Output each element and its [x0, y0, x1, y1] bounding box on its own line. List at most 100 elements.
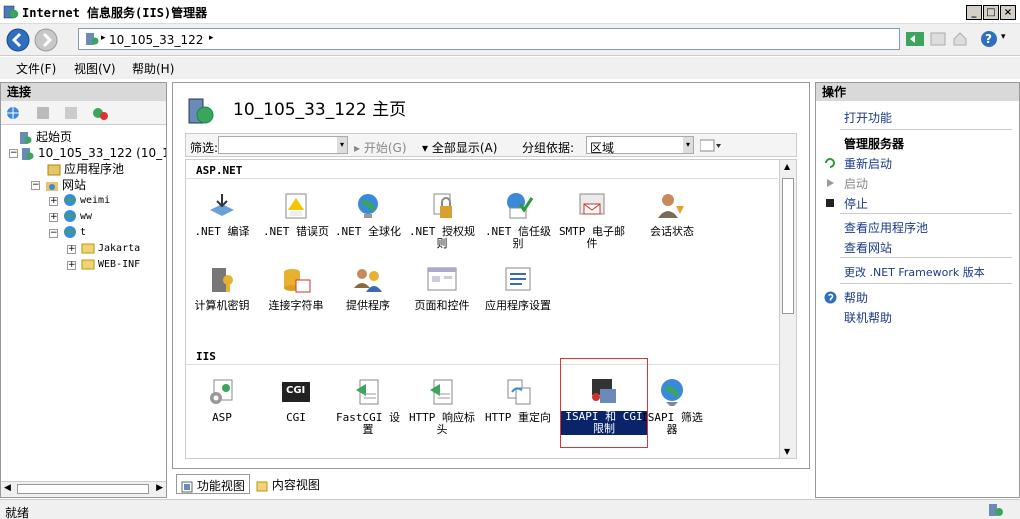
tree-site-ww[interactable]: ww: [63, 209, 92, 225]
show-all-label: 全部显示(A): [431, 141, 498, 155]
tree-server[interactable]: 10_105_33_122 (10_10: [21, 145, 166, 161]
tree-site-weimi[interactable]: weimi: [63, 193, 110, 209]
feature-pages-and-controls[interactable]: 页面和控件: [406, 264, 478, 312]
tree-folder-webinf[interactable]: WEB-INF: [81, 257, 140, 273]
feature-isapi-cgi-restrictions[interactable]: ISAPI 和 CGI 限制: [560, 358, 648, 448]
globe-icon[interactable]: [5, 105, 21, 121]
feature-net-error-pages[interactable]: .NET 错误页: [260, 190, 332, 238]
action-view-app-pools[interactable]: 查看应用程序池: [844, 219, 928, 236]
action-online-help[interactable]: 联机帮助: [844, 309, 892, 326]
feature-asp[interactable]: ASP: [186, 376, 258, 424]
chevron-down-icon[interactable]: ▾: [1001, 32, 1006, 42]
refresh-icon[interactable]: [906, 32, 924, 46]
scroll-thumb[interactable]: [782, 178, 794, 314]
app-settings-icon: [505, 267, 531, 291]
scroll-thumb[interactable]: [17, 484, 149, 494]
tab-content-view[interactable]: 内容视图: [252, 474, 324, 494]
action-open-feature[interactable]: 打开功能: [844, 109, 892, 126]
home-icon[interactable]: [952, 31, 968, 47]
back-button[interactable]: [6, 28, 30, 52]
feature-fastcgi-settings[interactable]: FastCGI 设置: [332, 376, 404, 436]
address-bar[interactable]: ▸ 10_105_33_122 ▸: [78, 28, 900, 50]
tree-collapse-sites[interactable]: −: [31, 181, 40, 190]
feature-net-compilation[interactable]: .NET 编译: [186, 190, 258, 238]
window-title: Internet 信息服务(IIS)管理器: [22, 6, 208, 20]
feature-connection-strings[interactable]: 连接字符串: [260, 264, 332, 312]
address-text: 10_105_33_122: [109, 33, 204, 47]
tree-folder-jakarta[interactable]: Jakarta: [81, 241, 140, 257]
feature-net-globalization[interactable]: .NET 全球化: [332, 190, 404, 238]
action-restart[interactable]: 重新启动: [844, 155, 892, 172]
iis-manager-icon: [3, 5, 19, 19]
stop-icon[interactable]: [930, 32, 946, 46]
vertical-scrollbar[interactable]: ▲ ▼: [779, 160, 796, 458]
feature-label: SMTP 电子邮件: [558, 225, 626, 250]
email-icon: [579, 193, 605, 215]
tree-site-t[interactable]: t: [63, 225, 86, 241]
globe-icon: [64, 226, 76, 238]
menu-view[interactable]: 视图(V): [74, 60, 116, 77]
chevron-right-icon[interactable]: ▸: [209, 33, 214, 43]
connect-icon[interactable]: [63, 105, 79, 121]
tree-expand-ww[interactable]: +: [49, 213, 58, 222]
maximize-button[interactable]: □: [983, 5, 999, 20]
menu-file[interactable]: 文件(F): [16, 60, 56, 77]
action-view-sites[interactable]: 查看网站: [844, 239, 892, 256]
tree-start-page[interactable]: 起始页: [19, 129, 72, 145]
scroll-left-icon[interactable]: ◀: [4, 483, 11, 493]
chevron-down-icon[interactable]: ▾: [683, 137, 693, 153]
section-divider: [186, 364, 778, 365]
providers-icon: [354, 269, 382, 292]
feature-http-redirect[interactable]: HTTP 重定向: [482, 376, 554, 424]
feature-http-response-headers[interactable]: HTTP 响应标头: [406, 376, 478, 436]
forward-button[interactable]: [34, 28, 58, 52]
feature-providers[interactable]: 提供程序: [332, 264, 404, 312]
close-button[interactable]: ×: [1000, 5, 1016, 20]
menu-help[interactable]: 帮助(H): [132, 60, 174, 77]
scroll-right-icon[interactable]: ▶: [156, 483, 163, 493]
tree-collapse-t[interactable]: −: [49, 229, 58, 238]
horizontal-scrollbar[interactable]: ◀ ▶: [1, 481, 166, 497]
feature-net-trust-level[interactable]: .NET 信任级别: [482, 190, 554, 250]
tree-app-pools[interactable]: 应用程序池: [47, 161, 124, 177]
filter-input[interactable]: ▾: [218, 136, 348, 154]
minimize-button[interactable]: _: [966, 5, 982, 20]
tree-expand-weimi[interactable]: +: [49, 197, 58, 206]
tree-sites[interactable]: 网站: [45, 177, 86, 193]
feature-label: .NET 错误页: [262, 225, 330, 238]
action-help[interactable]: 帮助: [844, 289, 868, 306]
tree-folder-webinf-label: WEB-INF: [98, 259, 141, 270]
feature-smtp-email[interactable]: SMTP 电子邮件: [556, 190, 628, 250]
menu-bar: 文件(F) 视图(V) 帮助(H): [0, 57, 1020, 79]
section-aspnet: ASP.NET: [196, 164, 243, 177]
scroll-up-icon[interactable]: ▲: [784, 162, 790, 171]
feature-app-settings[interactable]: 应用程序设置: [482, 264, 554, 312]
show-all-button[interactable]: ▾ 全部显示(A): [422, 139, 497, 156]
tree-collapse-server[interactable]: −: [9, 149, 18, 158]
action-stop[interactable]: 停止: [844, 195, 868, 212]
page-controls-icon: [427, 267, 457, 291]
app-pool-icon: [47, 164, 61, 175]
start-filter-button[interactable]: ▸ 开始(G): [354, 139, 407, 156]
feature-label: 计算机密钥: [194, 299, 250, 312]
tree-expand-webinf[interactable]: +: [67, 261, 76, 270]
feature-session-state[interactable]: 会话状态: [636, 190, 708, 238]
feature-isapi-filters[interactable]: ISAPI 筛选器: [636, 376, 708, 436]
help-icon: [824, 291, 837, 304]
feature-machine-key[interactable]: 计算机密钥: [186, 264, 258, 312]
sites-folder-icon: [46, 181, 58, 191]
redirect-icon: [507, 379, 531, 405]
feature-net-authorization[interactable]: .NET 授权规则: [406, 190, 478, 250]
isapi-cgi-restrictions-icon: [592, 379, 616, 403]
view-mode-icon[interactable]: [700, 139, 722, 152]
scroll-down-icon[interactable]: ▼: [784, 447, 790, 456]
delete-connection-icon[interactable]: [91, 105, 109, 121]
action-start[interactable]: 启动: [844, 175, 868, 192]
tree-expand-jakarta[interactable]: +: [67, 245, 76, 254]
action-change-framework[interactable]: 更改 .NET Framework 版本: [844, 264, 985, 280]
chevron-down-icon[interactable]: ▾: [337, 137, 347, 153]
save-icon[interactable]: [35, 105, 51, 121]
group-by-select[interactable]: 区域 ▾: [586, 136, 694, 155]
tab-features-view[interactable]: 功能视图: [176, 474, 250, 494]
feature-cgi[interactable]: CGI CGI: [260, 376, 332, 424]
